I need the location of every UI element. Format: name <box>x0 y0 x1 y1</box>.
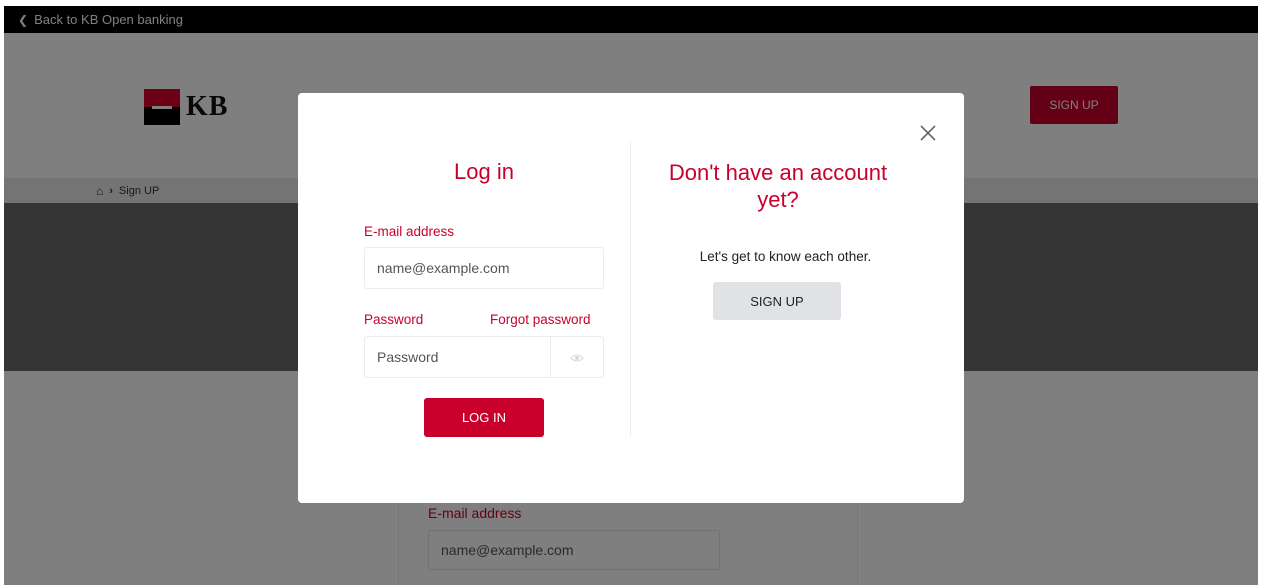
forgot-password-link[interactable]: Forgot password <box>490 312 591 327</box>
password-divider <box>550 337 551 377</box>
login-title: Log in <box>454 159 514 184</box>
login-column: Log in E-mail address name@example.com P… <box>298 93 630 503</box>
signup-title: Don't have an account yet? <box>668 160 888 212</box>
password-label: Password <box>364 312 424 327</box>
email-label: E-mail address <box>364 224 455 239</box>
email-placeholder: name@example.com <box>377 260 510 276</box>
login-button[interactable]: LOG IN <box>424 398 544 437</box>
password-field[interactable]: Password <box>364 336 604 378</box>
eye-icon[interactable] <box>570 351 584 363</box>
signup-text: Let's get to know each other. <box>699 249 872 264</box>
email-field[interactable]: name@example.com <box>364 247 604 289</box>
login-modal: Log in E-mail address name@example.com P… <box>298 93 964 503</box>
password-placeholder: Password <box>377 349 439 365</box>
signup-column: Don't have an account yet? Let's get to … <box>631 93 964 503</box>
modal-signup-button[interactable]: SIGN UP <box>713 282 841 320</box>
